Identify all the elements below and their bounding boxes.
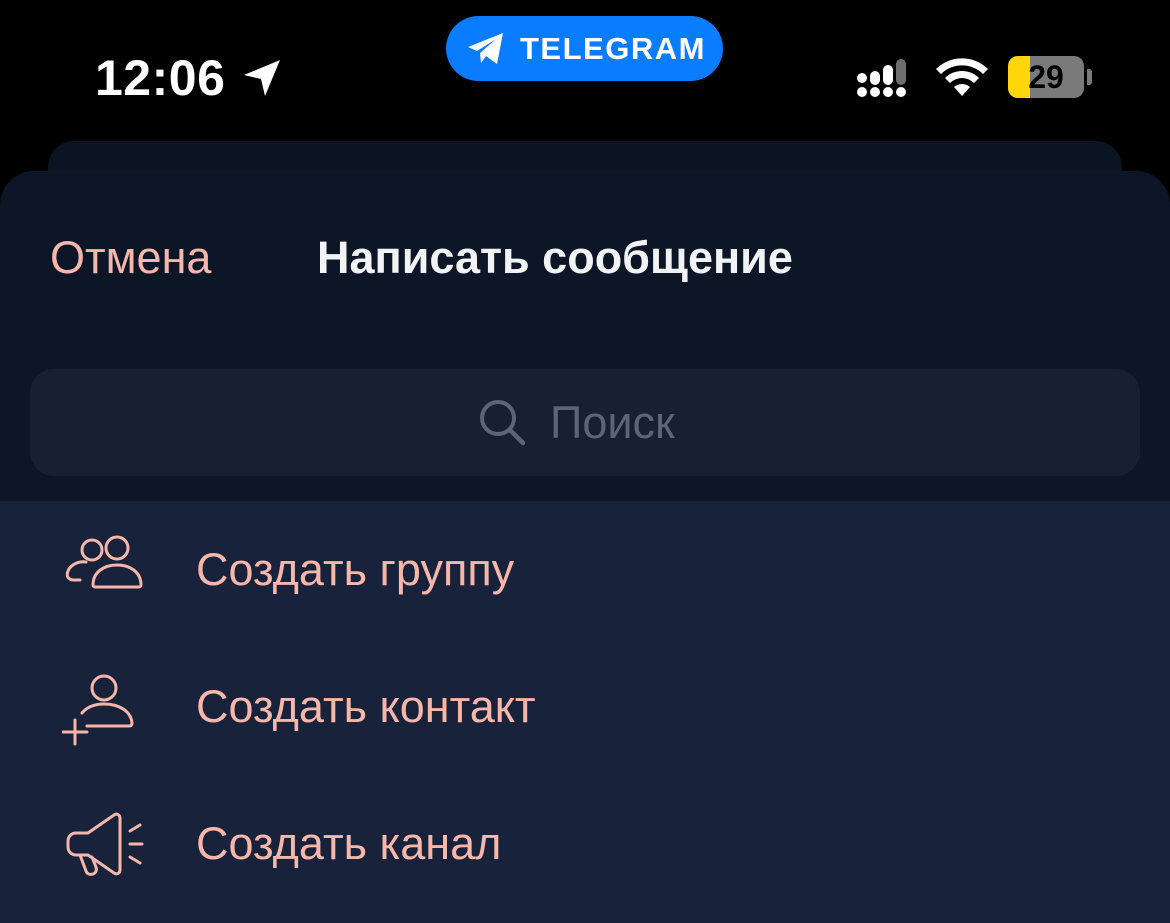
telegram-pill-label: TELEGRAM <box>520 31 706 66</box>
search-input[interactable] <box>550 395 1050 451</box>
add-contact-icon <box>62 674 134 746</box>
cellular-signal-icon <box>857 59 906 97</box>
group-icon <box>65 535 143 589</box>
telegram-plane-icon <box>468 33 503 64</box>
status-bar: 12:06 TELEGRAM 29 <box>0 0 1170 140</box>
battery-indicator: 29 <box>1008 56 1084 98</box>
status-time: 12:06 <box>95 50 226 106</box>
create-group-label: Создать группу <box>196 544 515 595</box>
create-channel-label: Создать канал <box>196 818 502 869</box>
telegram-app-pill[interactable]: TELEGRAM <box>446 16 723 81</box>
create-contact-label: Создать контакт <box>196 681 536 732</box>
search-icon <box>480 400 526 446</box>
battery-level: 29 <box>1028 59 1064 95</box>
megaphone-icon <box>66 812 144 876</box>
cancel-button[interactable]: Отмена <box>50 233 211 283</box>
create-channel-item[interactable]: Создать канал <box>0 775 1170 912</box>
search-bar[interactable] <box>30 369 1140 476</box>
location-arrow-icon <box>244 60 280 96</box>
battery-tip <box>1087 69 1092 85</box>
wifi-icon <box>936 58 988 96</box>
actions-menu: Создать группу Создать контакт Создать к… <box>0 501 1170 923</box>
new-message-sheet: Отмена Написать сообщение Создать группу <box>0 171 1170 923</box>
sheet-title: Написать сообщение <box>317 232 793 283</box>
create-contact-item[interactable]: Создать контакт <box>0 638 1170 775</box>
create-group-item[interactable]: Создать группу <box>0 501 1170 638</box>
